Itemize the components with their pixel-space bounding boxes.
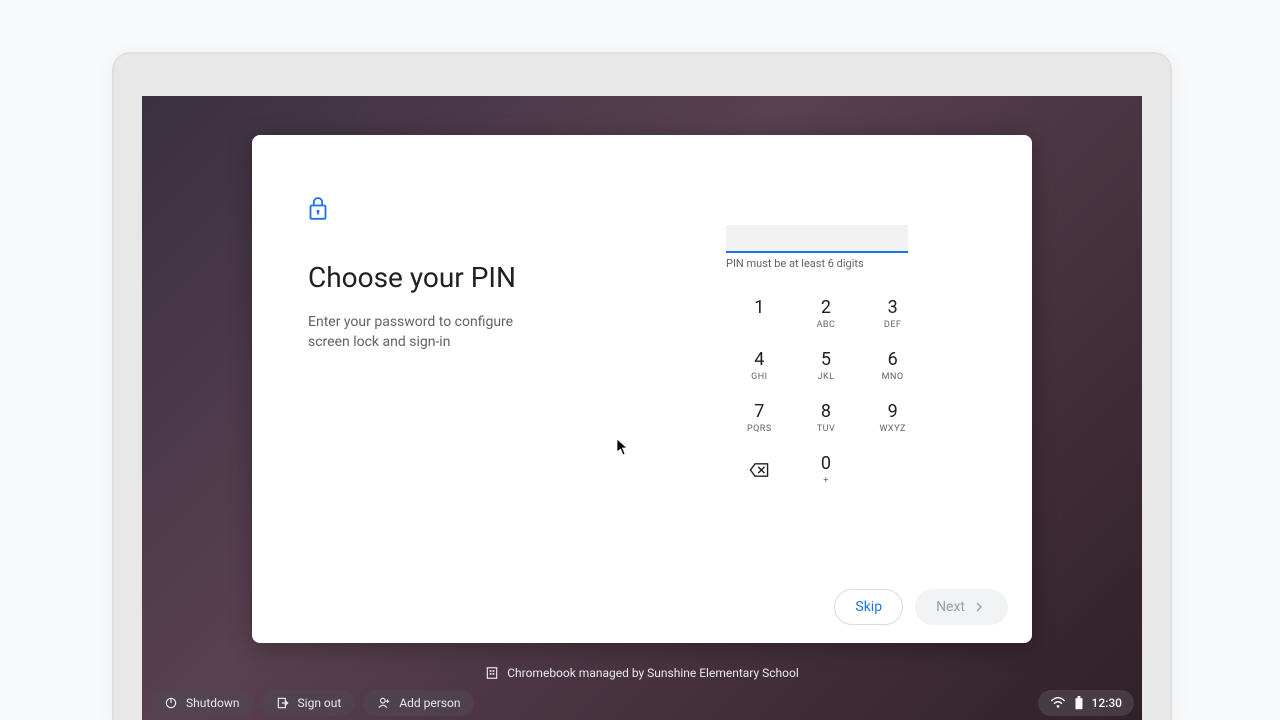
keypad-key-1[interactable]: 1 <box>726 288 793 340</box>
shutdown-button[interactable]: Shutdown <box>150 690 254 716</box>
pin-setup-dialog: Choose your PIN Enter your password to c… <box>252 135 1032 643</box>
wifi-icon <box>1050 697 1066 709</box>
laptop-frame: Choose your PIN Enter your password to c… <box>112 52 1172 720</box>
add-person-button[interactable]: Add person <box>363 690 474 716</box>
backspace-icon <box>749 463 769 477</box>
clock-label: 12:30 <box>1092 696 1122 710</box>
managed-bar: Chromebook managed by Sunshine Elementar… <box>142 666 1142 680</box>
keypad-key-9[interactable]: 9 WXYZ <box>859 392 926 444</box>
shelf: Shutdown Sign out Add person <box>142 684 1142 720</box>
enterprise-icon <box>485 666 499 680</box>
screen: Choose your PIN Enter your password to c… <box>142 96 1142 720</box>
keypad-key-2[interactable]: 2 ABC <box>793 288 860 340</box>
chevron-right-icon <box>971 599 987 615</box>
shelf-left: Shutdown Sign out Add person <box>150 690 474 716</box>
keypad-key-6[interactable]: 6 MNO <box>859 340 926 392</box>
battery-icon <box>1074 696 1084 710</box>
keypad-key-4[interactable]: 4 GHI <box>726 340 793 392</box>
keypad-key-3[interactable]: 3 DEF <box>859 288 926 340</box>
keypad-key-7[interactable]: 7 PQRS <box>726 392 793 444</box>
next-button[interactable]: Next <box>915 589 1008 625</box>
keypad-backspace[interactable] <box>726 444 793 496</box>
keypad-key-5[interactable]: 5 JKL <box>793 340 860 392</box>
lock-icon <box>308 195 328 221</box>
keypad-spacer <box>859 444 926 496</box>
add-person-icon <box>377 696 391 710</box>
pin-keypad: 1 2 ABC 3 DEF 4 GHI <box>726 288 926 496</box>
power-icon <box>164 696 178 710</box>
pin-input[interactable] <box>726 225 908 253</box>
keypad-key-8[interactable]: 8 TUV <box>793 392 860 444</box>
pin-hint: PIN must be at least 6 digits <box>726 257 976 270</box>
signout-icon <box>276 696 290 710</box>
signout-button[interactable]: Sign out <box>262 690 356 716</box>
status-tray[interactable]: 12:30 <box>1038 690 1134 716</box>
pin-entry-section: PIN must be at least 6 digits 1 2 ABC 3 … <box>726 225 976 496</box>
keypad-key-0[interactable]: 0 + <box>793 444 860 496</box>
managed-text: Chromebook managed by Sunshine Elementar… <box>507 666 799 680</box>
dialog-description: Enter your password to configure screen … <box>308 312 548 353</box>
dialog-footer: Skip Next <box>834 589 1008 625</box>
skip-button[interactable]: Skip <box>834 589 903 625</box>
